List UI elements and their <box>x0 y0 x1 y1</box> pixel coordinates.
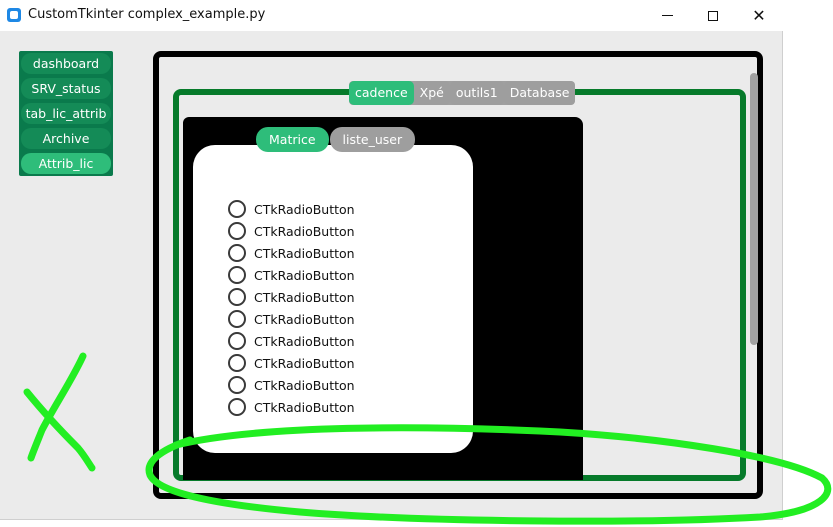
radio-label: CTkRadioButton <box>254 311 355 327</box>
radio-circle-icon[interactable] <box>228 266 246 284</box>
sidebar-item-attrib-lic[interactable]: Attrib_lic <box>21 153 111 174</box>
radio-button[interactable]: CTkRadioButton <box>228 330 355 352</box>
radio-circle-icon[interactable] <box>228 288 246 306</box>
radio-label: CTkRadioButton <box>254 333 355 349</box>
minimize-button[interactable] <box>644 0 690 31</box>
minimize-icon <box>661 15 673 16</box>
radio-label: CTkRadioButton <box>254 245 355 261</box>
maximize-icon <box>708 10 718 21</box>
radio-button[interactable]: CTkRadioButton <box>228 264 355 286</box>
radio-label: CTkRadioButton <box>254 223 355 239</box>
tab-database[interactable]: Database <box>503 81 576 105</box>
radio-circle-icon[interactable] <box>228 332 246 350</box>
sidebar-item-archive[interactable]: Archive <box>21 128 111 149</box>
radio-circle-icon[interactable] <box>228 354 246 372</box>
sidebar-item-srv-status[interactable]: SRV_status <box>21 78 111 99</box>
radio-button[interactable]: CTkRadioButton <box>228 396 355 418</box>
radio-button[interactable]: CTkRadioButton <box>228 308 355 330</box>
radio-button[interactable]: CTkRadioButton <box>228 286 355 308</box>
sidebar-item-tab-lic-attrib[interactable]: tab_lic_attrib <box>21 103 111 124</box>
app-icon <box>7 8 21 22</box>
radio-circle-icon[interactable] <box>228 222 246 240</box>
title-bar[interactable]: CustomTkinter complex_example.py ✕ <box>0 0 783 31</box>
sub-tabbar: Matrice liste_user <box>256 127 416 152</box>
main-tabbar: cadence Xpé outils1 Database <box>349 81 576 105</box>
radio-label: CTkRadioButton <box>254 201 355 217</box>
radio-button[interactable]: CTkRadioButton <box>228 242 355 264</box>
close-button[interactable]: ✕ <box>736 0 782 31</box>
radio-label: CTkRadioButton <box>254 377 355 393</box>
radio-button[interactable]: CTkRadioButton <box>228 352 355 374</box>
vertical-scrollbar[interactable] <box>750 73 758 345</box>
radio-button[interactable]: CTkRadioButton <box>228 374 355 396</box>
radio-circle-icon[interactable] <box>228 376 246 394</box>
tab-cadence[interactable]: cadence <box>349 81 414 105</box>
radio-label: CTkRadioButton <box>254 267 355 283</box>
window-title: CustomTkinter complex_example.py <box>28 7 266 22</box>
tab-liste-user[interactable]: liste_user <box>329 127 416 152</box>
radio-label: CTkRadioButton <box>254 399 355 415</box>
sidebar-item-dashboard[interactable]: dashboard <box>21 53 111 74</box>
radio-circle-icon[interactable] <box>228 398 246 416</box>
radio-button[interactable]: CTkRadioButton <box>228 198 355 220</box>
radio-circle-icon[interactable] <box>228 310 246 328</box>
radio-label: CTkRadioButton <box>254 355 355 371</box>
radio-circle-icon[interactable] <box>228 200 246 218</box>
tab-xpe[interactable]: Xpé <box>413 81 450 105</box>
radio-circle-icon[interactable] <box>228 244 246 262</box>
close-icon: ✕ <box>752 5 766 25</box>
sidebar: dashboard SRV_status tab_lic_attrib Arch… <box>19 51 113 176</box>
tab-matrice[interactable]: Matrice <box>256 127 329 152</box>
app-window: CustomTkinter complex_example.py ✕ dashb… <box>0 0 783 520</box>
radio-button[interactable]: CTkRadioButton <box>228 220 355 242</box>
maximize-button[interactable] <box>690 0 736 31</box>
tab-outils1[interactable]: outils1 <box>449 81 504 105</box>
radio-label: CTkRadioButton <box>254 289 355 305</box>
